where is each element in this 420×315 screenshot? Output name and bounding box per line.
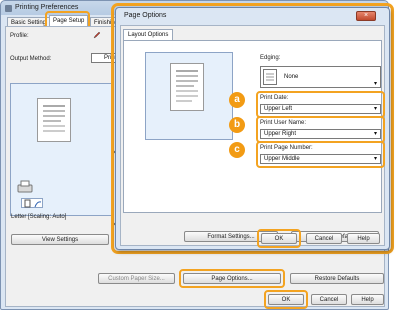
dialog-content: Edging: None ▾ Print Date: Upper Left ▾ … bbox=[120, 25, 385, 248]
ok-highlight bbox=[264, 290, 308, 309]
dialog-title: Page Options bbox=[124, 12, 167, 19]
cancel-button[interactable]: Cancel bbox=[306, 233, 342, 244]
edging-label: Edging: bbox=[260, 55, 281, 61]
output-method-label: Output Method: bbox=[10, 56, 52, 62]
edging-icon bbox=[263, 69, 277, 85]
help-button[interactable]: Help bbox=[351, 294, 384, 305]
cancel-button[interactable]: Cancel bbox=[311, 294, 347, 305]
pencil-icon[interactable] bbox=[93, 31, 101, 39]
paper-size-caption: Letter [Scaling: Auto] bbox=[11, 214, 67, 220]
printer-icon bbox=[5, 5, 12, 12]
step-c-badge: c bbox=[229, 142, 245, 158]
layout-preview bbox=[145, 52, 233, 140]
layout-options-panel: Edging: None ▾ Print Date: Upper Left ▾ … bbox=[123, 40, 385, 242]
page-options-highlight bbox=[179, 269, 285, 288]
profile-label: Profile: bbox=[10, 33, 29, 39]
step-a-badge: a bbox=[229, 92, 245, 108]
step-b-badge: b bbox=[229, 117, 245, 133]
printer-preview-icon bbox=[17, 180, 33, 194]
print-user-name-highlight bbox=[256, 116, 385, 143]
page-options-dialog: Page Options × Edging: None ▾ Print Date… bbox=[115, 7, 390, 250]
edging-select[interactable]: None ▾ bbox=[260, 66, 381, 88]
window-title: Printing Preferences bbox=[15, 4, 79, 11]
ok-highlight bbox=[257, 229, 301, 248]
restore-defaults-button[interactable]: Restore Defaults bbox=[290, 273, 384, 284]
orientation-buttons[interactable] bbox=[21, 198, 43, 208]
print-page-number-highlight bbox=[256, 141, 385, 168]
close-icon[interactable]: × bbox=[356, 11, 376, 21]
print-date-highlight bbox=[256, 91, 385, 118]
custom-paper-size-button[interactable]: Custom Paper Size... bbox=[98, 273, 175, 284]
view-settings-button[interactable]: View Settings bbox=[11, 234, 109, 245]
preview-paper bbox=[37, 98, 71, 142]
tab-layout-options[interactable]: Layout Options bbox=[123, 29, 174, 40]
layout-preview-paper bbox=[170, 63, 204, 111]
help-button[interactable]: Help bbox=[347, 233, 380, 244]
page-preview bbox=[10, 83, 113, 216]
